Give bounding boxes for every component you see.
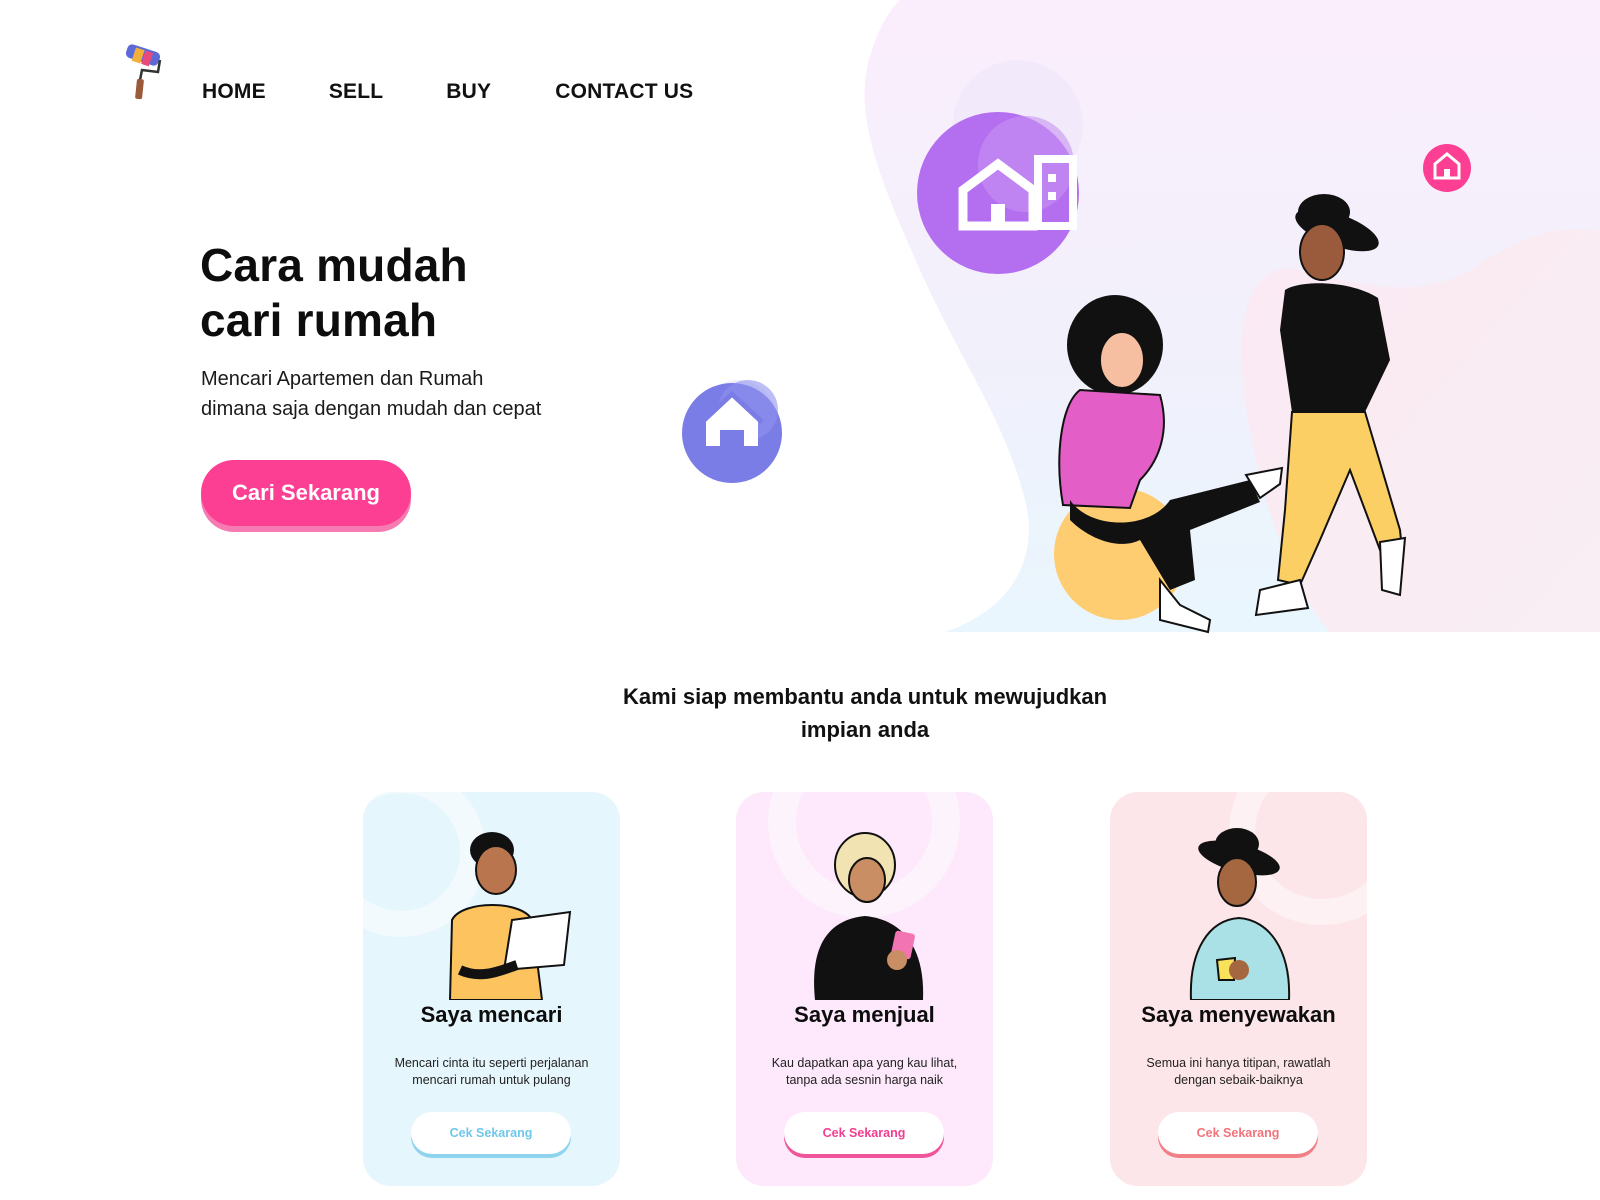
hero-title-line2: cari rumah — [200, 294, 438, 346]
hero-title-line1: Cara mudah — [200, 239, 468, 291]
card-description: Kau dapatkan apa yang kau lihat, tanpa a… — [754, 1055, 975, 1089]
card-searching: Saya mencari Mencari cinta itu seperti p… — [363, 792, 620, 1186]
check-now-button[interactable]: Cek Sekarang — [411, 1112, 571, 1154]
card-title: Saya menjual — [794, 1002, 935, 1027]
card-description: Semua ini hanya titipan, rawatlah dengan… — [1128, 1055, 1349, 1089]
small-house-icon — [1423, 144, 1471, 192]
section-title: Kami siap membantu anda untuk mewujudkan… — [560, 680, 1170, 746]
card-description-line2: dengan sebaik-baiknya — [1174, 1073, 1303, 1087]
hero-subtitle-line2: dimana saja dengan mudah dan cepat — [201, 398, 542, 420]
card-renting: Saya menyewakan Semua ini hanya titipan,… — [1110, 792, 1367, 1186]
card-description-line2: mencari rumah untuk pulang — [412, 1073, 571, 1087]
house-icon — [682, 380, 782, 483]
nav-buy-link[interactable]: BUY — [446, 80, 491, 104]
main-nav: HOME SELL BUY CONTACT US — [202, 80, 693, 104]
section-title-line1: Kami siap membantu anda untuk mewujudkan — [622, 684, 1108, 709]
card-description-line1: Semua ini hanya titipan, rawatlah — [1146, 1056, 1331, 1070]
hero-subtitle-line1: Mencari Apartemen dan Rumah — [201, 368, 484, 390]
person-phone-illustration — [813, 832, 923, 1000]
nav-sell-link[interactable]: SELL — [329, 80, 383, 104]
card-description-line1: Mencari cinta itu seperti perjalanan — [394, 1056, 589, 1070]
paint-roller-logo-icon[interactable] — [124, 44, 164, 100]
hero-title: Cara mudah cari rumah — [200, 238, 620, 348]
person-laptop-illustration — [448, 832, 571, 1000]
standing-person-illustration — [1254, 194, 1407, 617]
card-description-line2: tanpa ada sesnin harga naik — [785, 1073, 944, 1087]
section-title-line2: impian anda — [800, 717, 930, 742]
card-description: Mencari cinta itu seperti perjalanan men… — [381, 1055, 602, 1089]
hero-subtitle: Mencari Apartemen dan Rumah dimana saja … — [201, 364, 621, 424]
nav-home-link[interactable]: HOME — [202, 80, 266, 104]
card-title: Saya menyewakan — [1141, 1002, 1336, 1027]
building-house-icon — [917, 60, 1083, 274]
search-now-button[interactable]: Cari Sekarang — [201, 460, 411, 526]
card-title: Saya mencari — [420, 1002, 563, 1027]
check-now-button[interactable]: Cek Sekarang — [784, 1112, 944, 1154]
card-description-line1: Kau dapatkan apa yang kau lihat, — [771, 1056, 958, 1070]
person-mug-illustration — [1189, 828, 1290, 1000]
hero-illustration — [682, 60, 1471, 634]
check-now-button[interactable]: Cek Sekarang — [1158, 1112, 1318, 1154]
card-selling: Saya menjual Kau dapatkan apa yang kau l… — [736, 792, 993, 1186]
